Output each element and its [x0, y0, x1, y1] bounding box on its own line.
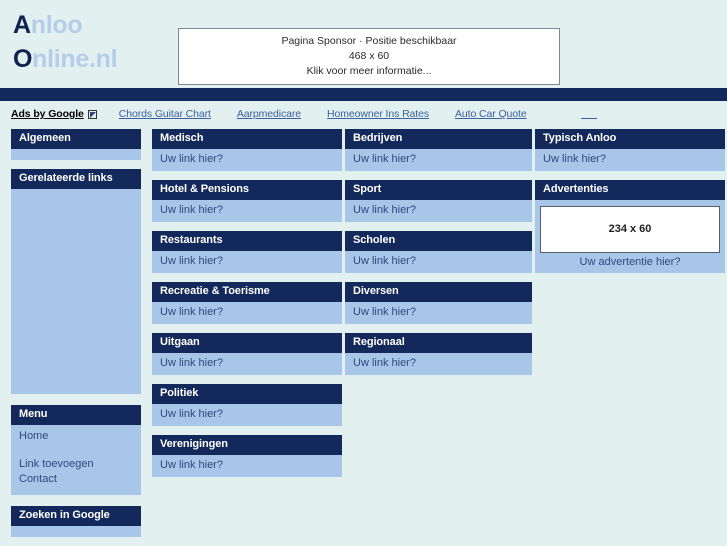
category-title-bedrijven: Bedrijven	[345, 129, 532, 149]
sidebar-item-contact[interactable]: Contact	[19, 472, 133, 487]
main-content: Algemeen Gerelateerde links Menu Home Li…	[0, 123, 727, 537]
category-link-uitgaan[interactable]: Uw link hier?	[160, 357, 223, 369]
category-panel-hotel-pensions: Hotel & Pensions Uw link hier?	[152, 180, 342, 222]
category-title-regionaal: Regionaal	[345, 333, 532, 353]
category-link-restaurants[interactable]: Uw link hier?	[160, 255, 223, 267]
category-column-one: Medisch Uw link hier? Hotel & Pensions U…	[152, 129, 342, 486]
category-panel-medisch: Medisch Uw link hier?	[152, 129, 342, 171]
category-body-bedrijven: Uw link hier?	[345, 149, 532, 171]
advert-slot-234x60[interactable]: 234 x 60	[540, 206, 720, 253]
ads-by-google-label[interactable]: Ads by Google	[11, 108, 84, 120]
category-body-uitgaan: Uw link hier?	[152, 353, 342, 375]
category-title-politiek: Politiek	[152, 384, 342, 404]
category-title-medisch: Medisch	[152, 129, 342, 149]
category-title-hotel-pensions: Hotel & Pensions	[152, 180, 342, 200]
category-panel-restaurants: Restaurants Uw link hier?	[152, 231, 342, 273]
category-panel-recreatie-toerisme: Recreatie & Toerisme Uw link hier?	[152, 282, 342, 324]
category-body-sport: Uw link hier?	[345, 200, 532, 222]
category-panel-sport: Sport Uw link hier?	[345, 180, 532, 222]
category-link-hotel-pensions[interactable]: Uw link hier?	[160, 204, 223, 216]
category-link-recreatie-toerisme[interactable]: Uw link hier?	[160, 306, 223, 318]
ad-link-3[interactable]: Homeowner Ins Rates	[327, 108, 429, 120]
category-body-regionaal: Uw link hier?	[345, 353, 532, 375]
site-logo-line-1-rest: nloo	[30, 11, 83, 39]
category-link-diversen[interactable]: Uw link hier?	[353, 306, 416, 318]
category-title-restaurants: Restaurants	[152, 231, 342, 251]
category-body-typisch-anloo: Uw link hier?	[535, 149, 725, 171]
sidebar-panel-gerelateerde-links-title: Gerelateerde links	[11, 169, 141, 189]
sponsor-line-1: Pagina Sponsor · Positie beschikbaar	[281, 35, 457, 47]
sponsor-line-3: Klik voor meer informatie...	[306, 65, 432, 77]
category-title-diversen: Diversen	[345, 282, 532, 302]
category-column-three: Typisch Anloo Uw link hier? Advertenties…	[535, 129, 725, 282]
category-panel-regionaal: Regionaal Uw link hier?	[345, 333, 532, 375]
sidebar-panel-gerelateerde-links-body[interactable]	[11, 189, 141, 394]
category-panel-bedrijven: Bedrijven Uw link hier?	[345, 129, 532, 171]
category-panel-scholen: Scholen Uw link hier?	[345, 231, 532, 273]
navy-divider-bar	[0, 88, 727, 101]
category-link-sport[interactable]: Uw link hier?	[353, 204, 416, 216]
ad-link-2[interactable]: Aarpmedicare	[237, 108, 301, 120]
sidebar: Algemeen Gerelateerde links Menu Home Li…	[11, 129, 141, 546]
site-logo-line-1: Anloo	[13, 8, 117, 42]
advertenties-body: 234 x 60 Uw advertentie hier?	[535, 200, 725, 273]
category-column-two: Bedrijven Uw link hier? Sport Uw link hi…	[345, 129, 532, 384]
category-title-verenigingen: Verenigingen	[152, 435, 342, 455]
ad-link-1[interactable]: Chords Guitar Chart	[119, 108, 211, 120]
sidebar-panel-gerelateerde-links: Gerelateerde links	[11, 169, 141, 394]
sidebar-item-link-toevoegen[interactable]: Link toevoegen	[19, 457, 133, 472]
category-body-restaurants: Uw link hier?	[152, 251, 342, 273]
category-link-bedrijven[interactable]: Uw link hier?	[353, 153, 416, 165]
sidebar-panel-zoeken-body[interactable]	[11, 526, 141, 537]
sidebar-panel-algemeen-body[interactable]	[11, 149, 141, 160]
category-title-typisch-anloo: Typisch Anloo	[535, 129, 725, 149]
category-title-recreatie-toerisme: Recreatie & Toerisme	[152, 282, 342, 302]
category-title-sport: Sport	[345, 180, 532, 200]
category-link-typisch-anloo[interactable]: Uw link hier?	[543, 153, 606, 165]
sponsor-banner-placeholder[interactable]: Pagina Sponsor · Positie beschikbaar 468…	[178, 28, 560, 85]
sidebar-panel-menu-title: Menu	[11, 405, 141, 425]
sidebar-menu-list: Home Link toevoegen Contact	[11, 425, 141, 495]
category-link-regionaal[interactable]: Uw link hier?	[353, 357, 416, 369]
category-panel-verenigingen: Verenigingen Uw link hier?	[152, 435, 342, 477]
sponsor-line-2: 468 x 60	[348, 50, 390, 62]
category-body-verenigingen: Uw link hier?	[152, 455, 342, 477]
category-panel-diversen: Diversen Uw link hier?	[345, 282, 532, 324]
category-title-scholen: Scholen	[345, 231, 532, 251]
category-link-politiek[interactable]: Uw link hier?	[160, 408, 223, 420]
sidebar-menu-spacer	[19, 444, 133, 457]
category-body-scholen: Uw link hier?	[345, 251, 532, 273]
category-body-politiek: Uw link hier?	[152, 404, 342, 426]
ad-link-4[interactable]: Auto Car Quote	[455, 108, 527, 120]
sidebar-panel-zoeken-title: Zoeken in Google	[11, 506, 141, 526]
category-body-hotel-pensions: Uw link hier?	[152, 200, 342, 222]
ad-link-5-blank[interactable]	[580, 110, 597, 119]
sidebar-panel-algemeen: Algemeen	[11, 129, 141, 160]
category-link-medisch[interactable]: Uw link hier?	[160, 153, 223, 165]
site-logo[interactable]: Anloo Online.nl	[13, 8, 118, 76]
page-header: Anloo Online.nl Pagina Sponsor · Positie…	[0, 0, 727, 88]
category-body-medisch: Uw link hier?	[152, 149, 342, 171]
sidebar-panel-algemeen-title: Algemeen	[11, 129, 141, 149]
category-body-diversen: Uw link hier?	[345, 302, 532, 324]
site-logo-line-2-capital: O	[13, 45, 33, 73]
sidebar-panel-menu: Menu Home Link toevoegen Contact	[11, 405, 141, 495]
site-logo-line-1-capital: A	[13, 11, 31, 39]
category-link-verenigingen[interactable]: Uw link hier?	[160, 459, 223, 471]
category-panel-politiek: Politiek Uw link hier?	[152, 384, 342, 426]
category-body-recreatie-toerisme: Uw link hier?	[152, 302, 342, 324]
advertenties-title: Advertenties	[535, 180, 725, 200]
advert-caption[interactable]: Uw advertentie hier?	[539, 256, 721, 271]
site-logo-line-2: Online.nl	[13, 42, 118, 76]
category-link-scholen[interactable]: Uw link hier?	[353, 255, 416, 267]
external-link-icon[interactable]	[87, 109, 97, 119]
sidebar-panel-zoeken-in-google: Zoeken in Google	[11, 506, 141, 537]
category-panel-uitgaan: Uitgaan Uw link hier?	[152, 333, 342, 375]
google-ads-bar: Ads by Google Chords Guitar Chart Aarpme…	[0, 101, 727, 123]
sidebar-item-home[interactable]: Home	[19, 429, 133, 444]
advertenties-panel: Advertenties 234 x 60 Uw advertentie hie…	[535, 180, 725, 273]
category-panel-typisch-anloo: Typisch Anloo Uw link hier?	[535, 129, 725, 171]
site-logo-line-2-rest: nline.nl	[32, 45, 118, 73]
category-title-uitgaan: Uitgaan	[152, 333, 342, 353]
